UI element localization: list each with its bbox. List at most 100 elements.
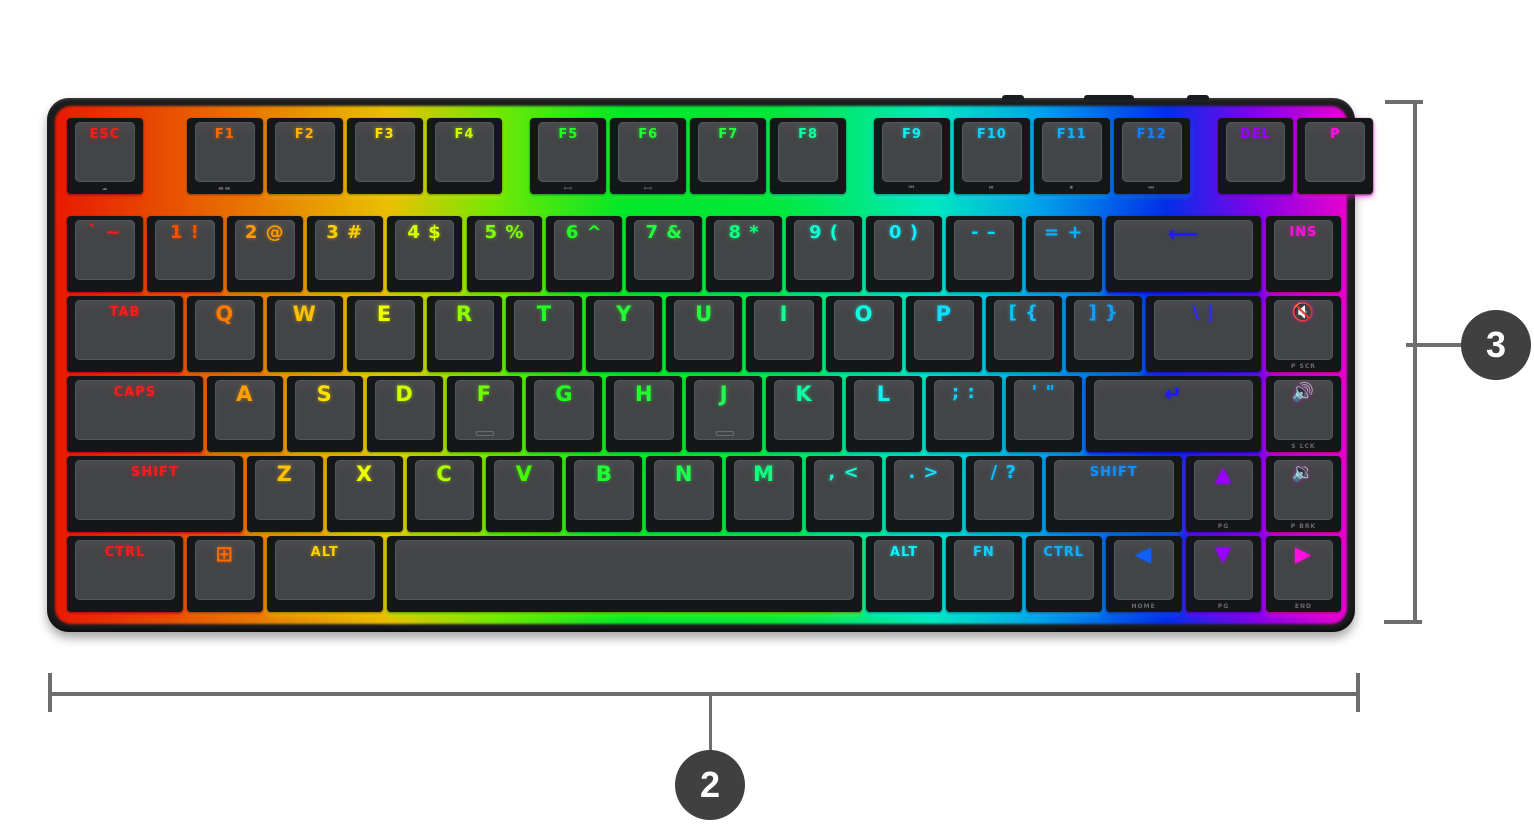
- key-f9[interactable]: F9 ⏮: [873, 118, 950, 194]
- key-z[interactable]: Z: [246, 456, 323, 532]
- key-r3k11[interactable]: ' ": [1005, 376, 1082, 452]
- key-f10[interactable]: F10 ⏯: [953, 118, 1030, 194]
- key-9[interactable]: 9 (: [786, 216, 862, 292]
- key-alt[interactable]: ALT: [266, 536, 383, 612]
- key-r5k9[interactable]: ▶ END: [1265, 536, 1342, 612]
- key-label: / ?: [990, 462, 1017, 483]
- key-a[interactable]: A: [206, 376, 283, 452]
- key-space[interactable]: [386, 536, 862, 612]
- key-sublegend: ☁: [101, 185, 109, 192]
- key-r5k8[interactable]: ▼ PG: [1185, 536, 1262, 612]
- key-r1k11[interactable]: - –: [945, 216, 1022, 292]
- key-e[interactable]: E: [346, 296, 423, 372]
- key-r5k1[interactable]: ⊞: [186, 536, 263, 612]
- key-alt[interactable]: ALT: [866, 536, 942, 612]
- key-3[interactable]: 3 #: [306, 216, 383, 292]
- key-shift[interactable]: SHIFT: [1045, 456, 1182, 532]
- key-s[interactable]: S: [286, 376, 363, 452]
- key-j[interactable]: J: [686, 376, 763, 452]
- key-v[interactable]: V: [486, 456, 563, 532]
- key-r2k13[interactable]: \ |: [1145, 296, 1262, 372]
- key-c[interactable]: C: [406, 456, 483, 532]
- key-f12[interactable]: F12 ⏭: [1113, 118, 1190, 194]
- key-w[interactable]: W: [266, 296, 343, 372]
- key-f5[interactable]: F5 ⟷: [530, 118, 607, 194]
- key-shift[interactable]: SHIFT: [67, 456, 243, 532]
- key-r3k13[interactable]: 🔊 S LCK: [1265, 376, 1342, 452]
- key-r3k12[interactable]: ↵: [1085, 376, 1262, 452]
- key-l[interactable]: L: [846, 376, 922, 452]
- key-label: L: [876, 382, 892, 406]
- key-n[interactable]: N: [646, 456, 723, 532]
- key-8[interactable]: 8 *: [706, 216, 783, 292]
- key-g[interactable]: G: [526, 376, 603, 452]
- key-p[interactable]: P: [1297, 118, 1374, 194]
- key-label: SHIFT: [1089, 465, 1138, 480]
- key-label: U: [695, 302, 714, 326]
- key-r3k10[interactable]: ; :: [925, 376, 1002, 452]
- key-y[interactable]: Y: [586, 296, 663, 372]
- key-q[interactable]: Q: [186, 296, 263, 372]
- key-f1[interactable]: F1 ▬▬: [186, 118, 263, 194]
- key-f[interactable]: F: [446, 376, 523, 452]
- key-t[interactable]: T: [506, 296, 583, 372]
- key-f4[interactable]: F4: [426, 118, 503, 194]
- key-m[interactable]: M: [726, 456, 803, 532]
- key-sublegend: ▬▬: [218, 185, 232, 192]
- key-r4k8[interactable]: , <: [806, 456, 882, 532]
- key-r1k12[interactable]: = +: [1025, 216, 1102, 292]
- key-fn[interactable]: FN: [945, 536, 1022, 612]
- key-label: P: [935, 302, 953, 326]
- key-esc[interactable]: ESC ☁: [67, 118, 143, 194]
- key-ctrl[interactable]: CTRL: [67, 536, 183, 612]
- key-label: F11: [1056, 127, 1087, 142]
- key-f8[interactable]: F8: [770, 118, 846, 194]
- key-label: ] }: [1088, 302, 1119, 323]
- key-tab[interactable]: TAB: [67, 296, 183, 372]
- key-label: ` ~: [88, 222, 122, 243]
- key-r4k10[interactable]: / ?: [965, 456, 1042, 532]
- key-4[interactable]: 4 $: [386, 216, 463, 292]
- key-f7[interactable]: F7: [690, 118, 767, 194]
- key-f6[interactable]: F6 ⟷: [610, 118, 687, 194]
- key-r2k11[interactable]: [ {: [985, 296, 1062, 372]
- key-label: ⊞: [215, 542, 235, 566]
- key-o[interactable]: O: [826, 296, 902, 372]
- key-r[interactable]: R: [426, 296, 503, 372]
- key-k[interactable]: K: [766, 376, 843, 452]
- key-b[interactable]: B: [566, 456, 643, 532]
- key-r1k0[interactable]: ` ~: [67, 216, 143, 292]
- key-2[interactable]: 2 @: [226, 216, 303, 292]
- key-p[interactable]: P: [905, 296, 982, 372]
- key-r4k9[interactable]: . >: [885, 456, 962, 532]
- key-ctrl[interactable]: CTRL: [1025, 536, 1102, 612]
- key-caps[interactable]: CAPS: [67, 376, 203, 452]
- key-f2[interactable]: F2: [266, 118, 343, 194]
- key-f3[interactable]: F3: [346, 118, 423, 194]
- key-label: S: [316, 382, 333, 406]
- key-label: ◀: [1135, 542, 1153, 566]
- key-1[interactable]: 1 !: [146, 216, 223, 292]
- key-ins[interactable]: INS: [1265, 216, 1342, 292]
- key-5[interactable]: 5 %: [466, 216, 543, 292]
- key-x[interactable]: X: [326, 456, 403, 532]
- key-r4k13[interactable]: 🔉 P BRK: [1265, 456, 1342, 532]
- key-h[interactable]: H: [606, 376, 683, 452]
- key-7[interactable]: 7 &: [626, 216, 703, 292]
- key-r2k12[interactable]: ] }: [1065, 296, 1142, 372]
- key-r1k13[interactable]: ⟵: [1105, 216, 1262, 292]
- key-f11[interactable]: F11 ⏹: [1033, 118, 1110, 194]
- key-0[interactable]: 0 ): [866, 216, 942, 292]
- key-del[interactable]: DEL: [1217, 118, 1294, 194]
- key-6[interactable]: 6 ^: [546, 216, 623, 292]
- key-label: 1 !: [169, 222, 200, 243]
- key-r5k7[interactable]: ◀ HOME: [1105, 536, 1182, 612]
- key-label: R: [455, 302, 474, 326]
- key-u[interactable]: U: [666, 296, 743, 372]
- key-d[interactable]: D: [366, 376, 443, 452]
- key-i[interactable]: I: [746, 296, 823, 372]
- key-r4k12[interactable]: ▲ PG: [1185, 456, 1262, 532]
- key-r2k14[interactable]: 🔇 P SCR: [1265, 296, 1342, 372]
- key-label: 0 ): [888, 222, 919, 243]
- key-sublegend: ⏭: [1148, 184, 1155, 191]
